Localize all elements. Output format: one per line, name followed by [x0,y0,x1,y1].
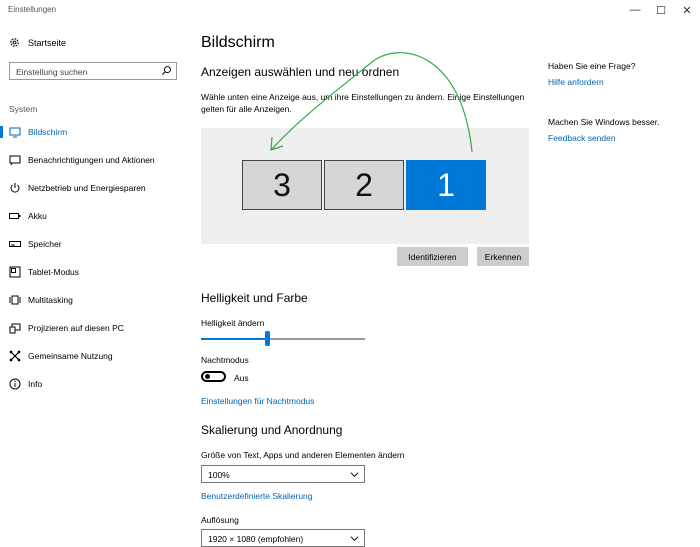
sidebar-item-label: Benachrichtigungen und Aktionen [28,155,155,165]
sidebar-item-label: Bildschirm [28,127,68,137]
resolution-select[interactable]: 1920 × 1080 (empfohlen) [201,529,365,547]
night-mode-toggle[interactable] [201,371,226,382]
sidebar-item-gemeinsame-nutzung[interactable]: Gemeinsame Nutzung [0,342,190,370]
sidebar-item-label: Netzbetrieb und Energiesparen [28,183,146,193]
maximize-button[interactable]: ☐ [648,2,674,18]
night-mode-settings-link[interactable]: Einstellungen für Nachtmodus [201,396,314,406]
battery-icon [9,210,21,222]
home-label: Startseite [28,37,67,48]
brightness-slider[interactable] [201,331,365,346]
sidebar-item-label: Speicher [28,239,62,249]
gear-icon [10,38,19,47]
search-input[interactable]: Einstellung suchen [9,62,177,80]
brightness-slider-fill [201,338,267,340]
resolution-label: Auflösung [201,515,239,525]
title-bar: Einstellungen — ☐ ✕ [0,0,700,22]
sidebar-item-label: Projizieren auf diesen PC [28,323,124,333]
display-arrangement-area[interactable]: 3 2 1 [201,128,529,244]
monitor-2[interactable]: 2 [324,160,404,210]
sidebar-item-akku[interactable]: Akku [0,202,190,230]
monitor-3[interactable]: 3 [242,160,322,210]
sidebar-item-benachrichtigungen[interactable]: Benachrichtigungen und Aktionen [0,146,190,174]
sidebar-item-label: Gemeinsame Nutzung [28,351,113,361]
sidebar-nav: Bildschirm Benachrichtigungen und Aktion… [0,118,190,398]
page-title: Bildschirm [201,34,275,51]
project-icon [9,322,21,334]
scale-value: 100% [208,470,230,480]
search-placeholder: Einstellung suchen [16,67,88,77]
section-title: System [9,104,38,114]
brightness-label: Helligkeit ändern [201,318,265,328]
minimize-button[interactable]: — [622,2,648,18]
sidebar-item-label: Tablet-Modus [28,267,80,277]
sidebar-item-speicher[interactable]: Speicher [0,230,190,258]
night-mode-label: Nachtmodus [201,355,249,365]
sidebar: Startseite Einstellung suchen System Bil… [0,22,190,543]
window-title: Einstellungen [8,5,57,14]
sidebar-item-energie[interactable]: Netzbetrieb und Energiesparen [0,174,190,202]
tablet-icon [9,266,21,278]
sidebar-item-label: Akku [28,211,47,221]
storage-icon [9,238,21,250]
multitasking-icon [9,294,21,306]
arrange-heading: Anzeigen auswählen und neu ordnen [201,65,400,79]
sidebar-item-projizieren[interactable]: Projizieren auf diesen PC [0,314,190,342]
brightness-heading: Helligkeit und Farbe [201,291,308,305]
search-icon[interactable] [161,65,172,76]
share-icon [9,350,21,362]
sidebar-item-label: Info [28,379,43,389]
custom-scaling-link[interactable]: Benutzerdefinierte Skalierung [201,491,313,501]
help-link[interactable]: Hilfe anfordern [548,77,604,87]
sidebar-item-bildschirm[interactable]: Bildschirm [0,118,190,146]
toggle-knob [205,374,210,379]
question-text: Haben Sie eine Frage? [548,61,636,71]
identify-button[interactable]: Identifizieren [397,247,468,266]
scale-select[interactable]: 100% [201,465,365,483]
display-icon [9,126,21,138]
night-mode-state: Aus [234,373,249,383]
home-link[interactable]: Startseite [9,37,66,48]
chevron-down-icon [350,472,359,478]
improve-text: Machen Sie Windows besser. [548,117,660,127]
sidebar-item-info[interactable]: Info [0,370,190,398]
power-icon [9,182,21,194]
scale-heading: Skalierung und Anordnung [201,423,343,437]
text-size-label: Größe von Text, Apps und anderen Element… [201,450,405,460]
sidebar-item-tablet[interactable]: Tablet-Modus [0,258,190,286]
notification-icon [9,154,21,166]
arrange-description: Wähle unten eine Anzeige aus, um ihre Ei… [201,92,525,114]
chevron-down-icon [350,536,359,542]
info-icon [9,378,21,390]
close-button[interactable]: ✕ [674,2,700,18]
feedback-link[interactable]: Feedback senden [548,133,616,143]
brightness-slider-thumb[interactable] [264,331,270,346]
sidebar-item-multitasking[interactable]: Multitasking [0,286,190,314]
detect-button[interactable]: Erkennen [477,247,529,266]
main-content: Bildschirm Anzeigen auswählen und neu or… [201,22,541,547]
sidebar-item-label: Multitasking [28,295,73,305]
monitor-1[interactable]: 1 [406,160,486,210]
